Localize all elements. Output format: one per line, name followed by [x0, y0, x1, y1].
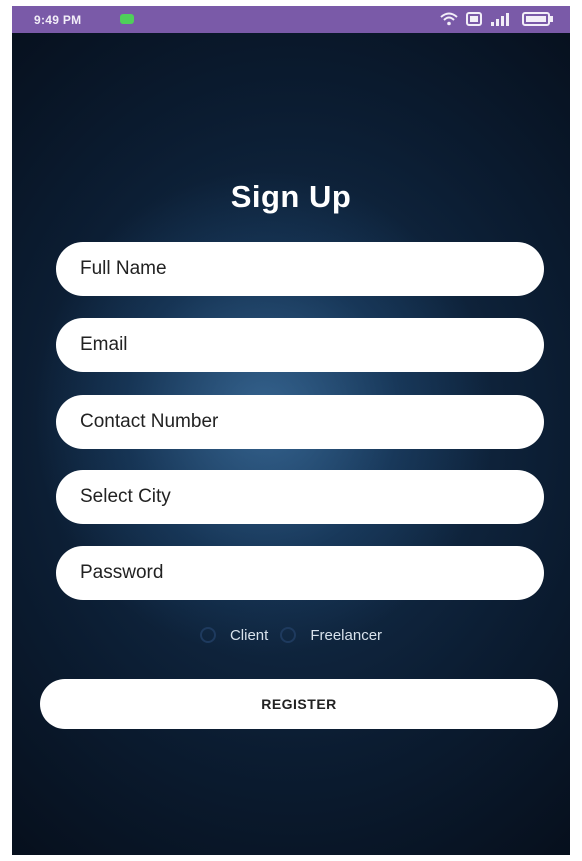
role-freelancer-radio[interactable]: Freelancer	[280, 627, 382, 644]
role-selector: Client Freelancer	[12, 623, 570, 647]
wifi-icon	[440, 12, 458, 26]
status-bar: 9:49 PM	[12, 6, 570, 33]
screen: 9:49 PM Sign Up Full Name Email Contact …	[12, 6, 570, 855]
contact-number-input[interactable]	[56, 395, 544, 449]
page-title: Sign Up	[230, 179, 352, 214]
status-icons	[440, 11, 556, 27]
role-freelancer-label: Freelancer	[310, 626, 383, 644]
notification-icon	[466, 12, 482, 26]
battery-icon	[522, 12, 553, 26]
radio-unchecked-icon[interactable]	[199, 627, 216, 643]
status-time: 9:49 PM	[34, 13, 82, 27]
role-client-radio[interactable]: Client	[199, 626, 269, 644]
full-name-input[interactable]	[56, 242, 544, 296]
notification-dot-icon	[120, 14, 134, 24]
email-input[interactable]	[56, 318, 544, 372]
register-button[interactable]: REGISTER	[40, 679, 558, 729]
signal-icon	[491, 13, 509, 26]
password-input[interactable]	[56, 546, 544, 600]
select-city-input[interactable]	[56, 470, 544, 524]
role-client-label: Client	[229, 626, 269, 644]
radio-unchecked-icon[interactable]	[280, 627, 297, 643]
